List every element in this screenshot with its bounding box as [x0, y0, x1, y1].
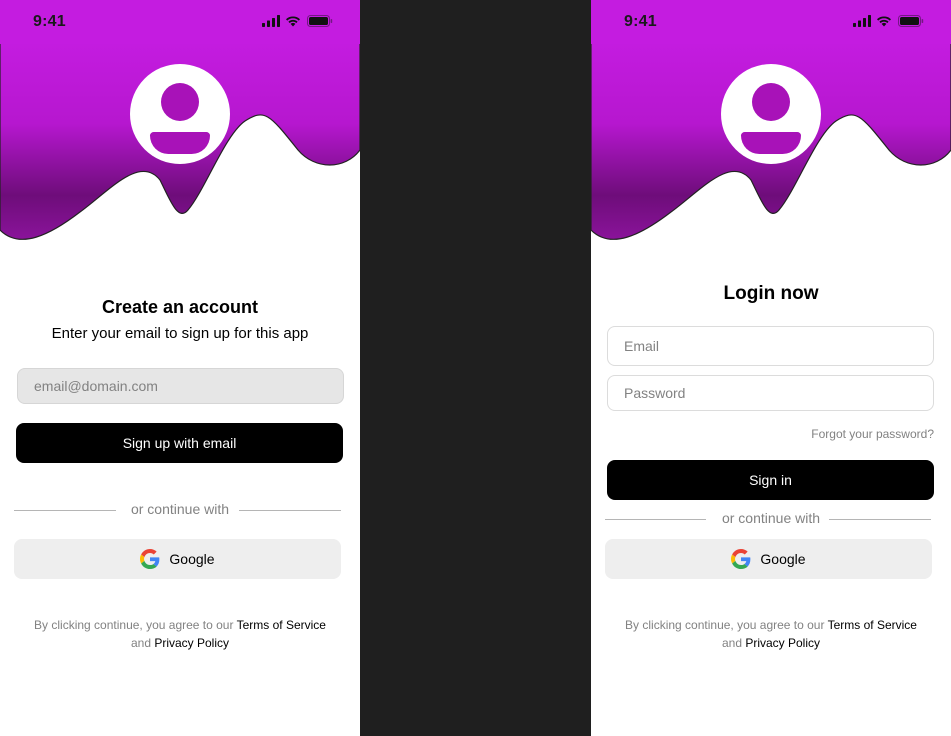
- legal-prefix: By clicking continue, you agree to our: [34, 618, 237, 632]
- avatar-head: [752, 83, 790, 121]
- google-icon: [731, 549, 751, 569]
- avatar-user-icon: [721, 64, 821, 164]
- status-bar: 9:41: [591, 0, 951, 44]
- page-subtitle: Enter your email to sign up for this app: [51, 325, 309, 342]
- forgot-password-link[interactable]: Forgot your password?: [734, 427, 934, 441]
- email-input[interactable]: Email: [607, 326, 934, 366]
- status-bar: 9:41: [0, 0, 360, 44]
- cellular-signal-icon: [262, 15, 280, 27]
- divider-text: or continue with: [130, 501, 230, 517]
- signup-email-button[interactable]: Sign up with email: [16, 423, 343, 463]
- google-icon: [140, 549, 160, 569]
- avatar-user-icon: [130, 64, 230, 164]
- battery-icon: [898, 15, 924, 27]
- wifi-icon: [286, 16, 300, 27]
- page-title: Login now: [723, 283, 819, 304]
- avatar-head: [161, 83, 199, 121]
- battery-icon: [307, 15, 333, 27]
- divider-text: or continue with: [721, 510, 821, 526]
- sign-in-button[interactable]: Sign in: [607, 460, 934, 500]
- terms-link[interactable]: Terms of Service: [237, 618, 326, 632]
- status-time: 9:41: [624, 13, 657, 30]
- legal-and: and: [721, 636, 746, 650]
- page-title: Create an account: [101, 297, 259, 317]
- legal-text: By clicking continue, you agree to our T…: [0, 616, 360, 652]
- google-button[interactable]: Google: [605, 539, 932, 579]
- wifi-icon: [877, 16, 891, 27]
- status-time: 9:41: [33, 13, 66, 30]
- terms-link[interactable]: Terms of Service: [828, 618, 917, 632]
- signup-screen: 9:41 Create an account Enter your email …: [0, 0, 360, 736]
- privacy-link[interactable]: Privacy Policy: [745, 636, 820, 650]
- login-screen: 9:41 Login now Email Password Forgot you…: [591, 0, 951, 736]
- divider-line-right: [829, 519, 931, 520]
- cellular-signal-icon: [853, 15, 871, 27]
- legal-text: By clicking continue, you agree to our T…: [591, 616, 951, 652]
- email-input[interactable]: email@domain.com: [17, 368, 344, 404]
- legal-and: and: [130, 636, 155, 650]
- google-button[interactable]: Google: [14, 539, 341, 579]
- password-input[interactable]: Password: [607, 375, 934, 411]
- avatar-body: [150, 132, 210, 154]
- divider-line-right: [239, 510, 341, 511]
- legal-prefix: By clicking continue, you agree to our: [625, 618, 828, 632]
- divider: or continue with: [0, 500, 360, 520]
- privacy-link[interactable]: Privacy Policy: [154, 636, 229, 650]
- divider: or continue with: [591, 509, 951, 529]
- avatar-body: [741, 132, 801, 154]
- google-button-label: Google: [169, 551, 215, 567]
- google-button-label: Google: [760, 551, 806, 567]
